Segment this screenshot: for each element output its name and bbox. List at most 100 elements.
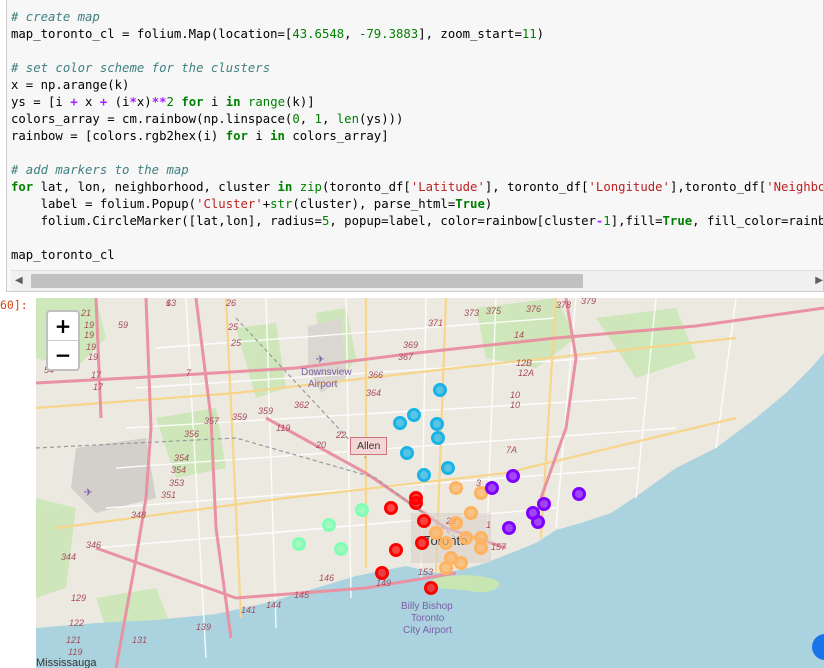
code-line: # add markers to the map bbox=[11, 162, 823, 179]
route-number-label: 139 bbox=[196, 622, 211, 632]
code-token: ], toronto_df[ bbox=[484, 180, 589, 194]
route-number-label: 153 bbox=[418, 567, 433, 577]
code-line: map_toronto_cl = folium.Map(location=[43… bbox=[11, 26, 823, 43]
code-token: rainbow = [colors.rgb2hex(i) bbox=[11, 129, 226, 143]
code-token: ** bbox=[151, 95, 167, 109]
cluster-marker-purple[interactable] bbox=[572, 487, 586, 501]
route-number-label: 131 bbox=[132, 635, 147, 645]
code-token: 'Longitude' bbox=[588, 180, 670, 194]
route-number-label: 121 bbox=[66, 635, 81, 645]
cluster-marker-red[interactable] bbox=[417, 514, 431, 528]
cluster-marker-cyan[interactable] bbox=[431, 431, 445, 445]
route-number-label: 376 bbox=[526, 304, 541, 314]
zoom-control[interactable]: + − bbox=[46, 310, 80, 371]
code-token: (cluster), parse_html= bbox=[292, 197, 456, 211]
airport-label: Downsview bbox=[301, 367, 352, 378]
code-token: (toronto_df[ bbox=[321, 180, 411, 194]
cluster-marker-cyan[interactable] bbox=[433, 383, 447, 397]
cluster-marker-green[interactable] bbox=[322, 518, 336, 532]
code-token: range bbox=[247, 95, 286, 109]
horizontal-scrollbar[interactable]: ◀ ▶ bbox=[11, 270, 823, 291]
code-token: 'Cluster' bbox=[196, 197, 263, 211]
route-number-label: 119 bbox=[276, 423, 290, 433]
cluster-marker-red[interactable] bbox=[409, 491, 423, 505]
svg-text:City Airport: City Airport bbox=[403, 625, 452, 636]
cluster-marker-green[interactable] bbox=[355, 503, 369, 517]
code-token: map_toronto_cl bbox=[11, 248, 115, 262]
cluster-marker-purple[interactable] bbox=[502, 521, 516, 535]
route-number-label: 22 bbox=[335, 430, 346, 440]
route-number-label: 1 bbox=[166, 298, 171, 308]
route-number-label: 364 bbox=[366, 388, 381, 398]
route-number-label: 351 bbox=[161, 490, 176, 500]
code-token: 2 bbox=[166, 95, 174, 109]
zoom-in-button[interactable]: + bbox=[48, 312, 78, 341]
cluster-marker-orange[interactable] bbox=[459, 531, 473, 545]
route-number-label: 354 bbox=[171, 465, 186, 475]
code-token: len bbox=[336, 112, 359, 126]
code-token: 11 bbox=[521, 27, 537, 41]
code-line: folium.CircleMarker([lat,lon], radius=5,… bbox=[11, 213, 823, 230]
cluster-marker-green[interactable] bbox=[334, 542, 348, 556]
cluster-marker-red[interactable] bbox=[415, 536, 429, 550]
route-number-label: 12A bbox=[518, 368, 534, 378]
code-token: (ys))) bbox=[358, 112, 404, 126]
map-tiles[interactable]: Downsview Airport Billy Bishop Toronto C… bbox=[36, 298, 824, 668]
code-token: , bbox=[321, 112, 337, 126]
scrollbar-thumb[interactable] bbox=[31, 274, 583, 288]
cluster-marker-orange[interactable] bbox=[454, 556, 468, 570]
zoom-out-button[interactable]: − bbox=[48, 341, 78, 369]
route-number-label: 21 bbox=[80, 308, 91, 318]
route-number-label: 19 bbox=[84, 330, 94, 340]
code-token: # set color scheme for the clusters bbox=[11, 61, 271, 75]
cluster-marker-red[interactable] bbox=[389, 543, 403, 557]
code-line: label = folium.Popup('Cluster'+str(clust… bbox=[11, 196, 823, 213]
cluster-marker-red[interactable] bbox=[424, 581, 438, 595]
cluster-marker-purple[interactable] bbox=[485, 481, 499, 495]
route-number-label: 157 bbox=[491, 542, 507, 552]
cluster-marker-orange[interactable] bbox=[439, 561, 453, 575]
code-cell-input[interactable]: # create map map_toronto_cl = folium.Map(… bbox=[6, 0, 824, 292]
code-token: -79.3883 bbox=[358, 27, 419, 41]
route-number-label: 353 bbox=[169, 478, 184, 488]
cluster-marker-cyan[interactable] bbox=[400, 446, 414, 460]
code-token: colors_array = cm.rainbow(np.linspace( bbox=[11, 112, 293, 126]
route-number-label: 371 bbox=[428, 318, 443, 328]
scroll-left-arrow-icon[interactable]: ◀ bbox=[15, 275, 23, 286]
cluster-marker-cyan[interactable] bbox=[441, 461, 455, 475]
route-number-label: 359 bbox=[258, 406, 273, 416]
route-number-label: 145 bbox=[294, 590, 310, 600]
svg-text:Toronto: Toronto bbox=[411, 613, 445, 624]
cluster-marker-cyan[interactable] bbox=[430, 417, 444, 431]
cluster-marker-cyan[interactable] bbox=[393, 416, 407, 430]
cluster-marker-orange[interactable] bbox=[449, 481, 463, 495]
code-editor[interactable]: # create map map_toronto_cl = folium.Map(… bbox=[11, 9, 823, 264]
cluster-marker-orange[interactable] bbox=[464, 506, 478, 520]
code-token: folium.CircleMarker([lat,lon], radius= bbox=[11, 214, 322, 228]
route-number-label: 10 bbox=[510, 400, 520, 410]
cluster-marker-orange[interactable] bbox=[474, 541, 488, 555]
cluster-marker-purple[interactable] bbox=[531, 515, 545, 529]
cluster-marker-orange[interactable] bbox=[439, 536, 453, 550]
cluster-marker-orange[interactable] bbox=[429, 526, 443, 540]
cluster-marker-purple[interactable] bbox=[506, 469, 520, 483]
code-token: x = np.arange(k) bbox=[11, 78, 130, 92]
route-number-label: 348 bbox=[131, 510, 146, 520]
cluster-marker-orange[interactable] bbox=[474, 486, 488, 500]
folium-map[interactable]: Downsview Airport Billy Bishop Toronto C… bbox=[36, 298, 824, 668]
code-token: ],toronto_df[ bbox=[669, 180, 767, 194]
cluster-marker-red[interactable] bbox=[384, 501, 398, 515]
code-token: for bbox=[225, 129, 248, 143]
cluster-marker-cyan[interactable] bbox=[417, 468, 431, 482]
cluster-marker-purple[interactable] bbox=[537, 497, 551, 511]
code-token: for bbox=[181, 95, 204, 109]
cluster-marker-red[interactable] bbox=[375, 566, 389, 580]
cluster-marker-orange[interactable] bbox=[449, 516, 463, 530]
code-token: 1 bbox=[314, 112, 322, 126]
cluster-marker-cyan[interactable] bbox=[407, 408, 421, 422]
scroll-right-arrow-icon[interactable]: ▶ bbox=[815, 275, 823, 286]
cluster-marker-green[interactable] bbox=[292, 537, 306, 551]
